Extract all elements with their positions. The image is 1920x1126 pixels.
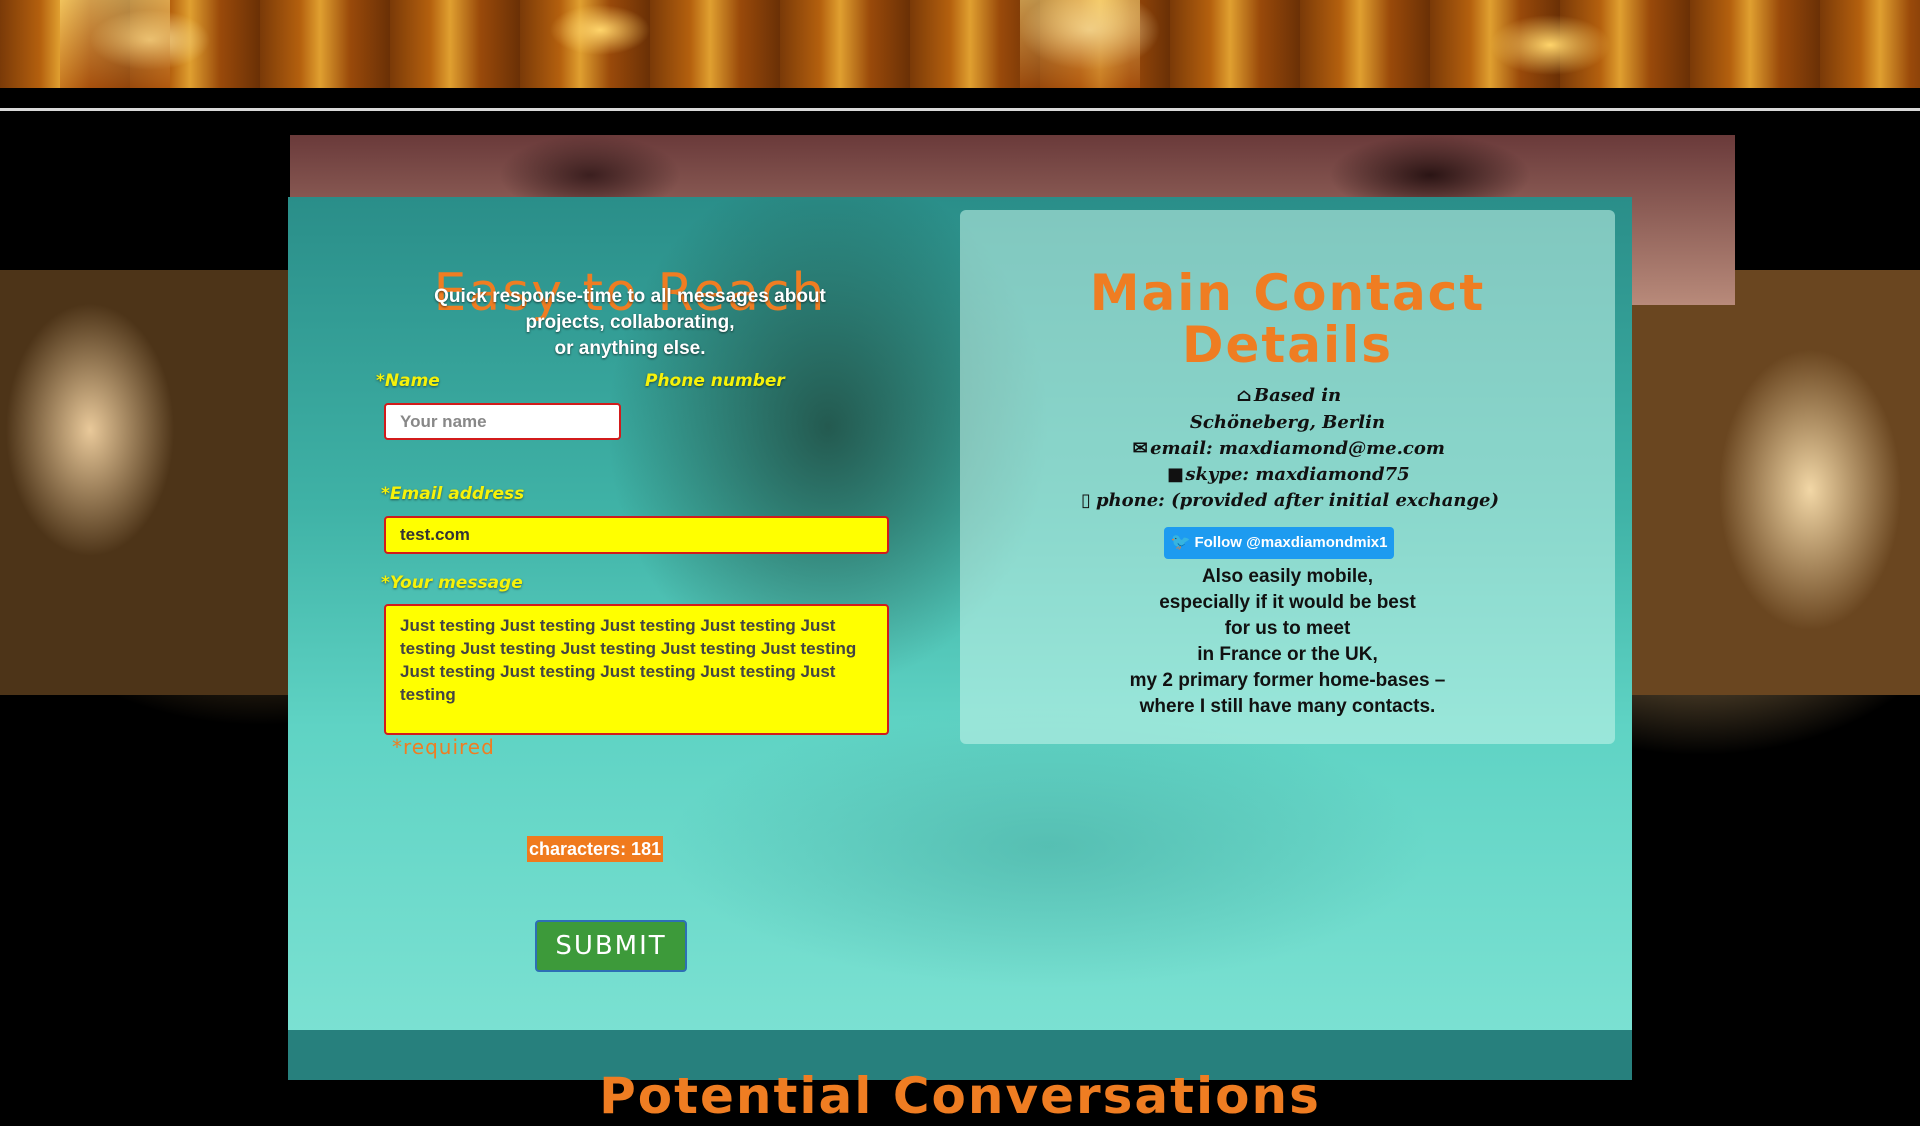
mobile-phone-icon: ▯ bbox=[1081, 490, 1091, 511]
mobility-line: Also easily mobile, bbox=[1201, 566, 1374, 587]
mobility-note: Also easily mobile, especially if it wou… bbox=[960, 564, 1615, 720]
mobility-line: where I still have many contacts. bbox=[1139, 696, 1436, 717]
video-camera-icon: ■ bbox=[1166, 464, 1184, 485]
hero-image-right bbox=[1630, 270, 1920, 695]
required-note: *required bbox=[392, 735, 495, 759]
banner-light bbox=[1020, 0, 1140, 88]
twitter-follow-button[interactable]: 🐦 Follow @maxdiamondmix1 bbox=[1164, 527, 1394, 559]
phone-text: phone: (provided after initial exchange) bbox=[1095, 490, 1500, 511]
tagline-line: or anything else. bbox=[554, 338, 706, 359]
message-textarea[interactable]: Just testing Just testing Just testing J… bbox=[384, 604, 889, 735]
envelope-icon: ✉ bbox=[1132, 438, 1148, 459]
email-link[interactable]: email: maxdiamond@me.com bbox=[1150, 438, 1445, 459]
twitter-bird-icon: 🐦 bbox=[1170, 534, 1191, 551]
based-in-line: ⌂ Based in bbox=[960, 385, 1615, 406]
location: Schöneberg, Berlin bbox=[1189, 412, 1386, 433]
section-heading: Potential Conversations bbox=[599, 1066, 1321, 1125]
phone-label: Phone number bbox=[645, 371, 785, 391]
mobility-line: my 2 primary former home-bases – bbox=[1129, 670, 1446, 691]
mobility-line: especially if it would be best bbox=[1159, 592, 1416, 613]
message-label: *Your message bbox=[381, 573, 523, 593]
title-line: Details bbox=[1181, 315, 1394, 374]
mobility-line: in France or the UK, bbox=[1197, 644, 1378, 665]
email-line[interactable]: ✉ email: maxdiamond@me.com bbox=[960, 438, 1615, 459]
email-label: *Email address bbox=[381, 484, 525, 504]
twitter-follow-label: Follow @maxdiamondmix1 bbox=[1194, 534, 1388, 551]
submit-button[interactable]: SUBMIT bbox=[535, 920, 687, 972]
email-field[interactable]: test.com bbox=[384, 516, 889, 554]
name-field[interactable]: Your name bbox=[384, 403, 621, 440]
form-tagline: Quick response-time to all messages abou… bbox=[385, 284, 875, 362]
based-in-label: Based in bbox=[1253, 385, 1342, 406]
home-icon: ⌂ bbox=[1236, 385, 1252, 406]
tagline-line: Quick response-time to all messages abou… bbox=[434, 286, 826, 307]
skype-text: skype: maxdiamond75 bbox=[1185, 464, 1410, 485]
divider bbox=[0, 108, 1920, 111]
name-label: *Name bbox=[376, 371, 440, 391]
tagline-line: projects, collaborating, bbox=[525, 312, 735, 333]
header-banner bbox=[0, 0, 1920, 88]
skype-line: ■skype: maxdiamond75 bbox=[960, 464, 1615, 485]
contact-details-title: Main Contact Details bbox=[960, 267, 1615, 371]
banner-light bbox=[60, 0, 170, 88]
hero-image-left bbox=[0, 270, 290, 695]
mobility-line: for us to meet bbox=[1224, 618, 1351, 639]
phone-line: ▯ phone: (provided after initial exchange… bbox=[960, 490, 1615, 511]
character-counter: characters: 181 bbox=[527, 836, 664, 862]
title-line: Main Contact bbox=[1089, 263, 1486, 322]
